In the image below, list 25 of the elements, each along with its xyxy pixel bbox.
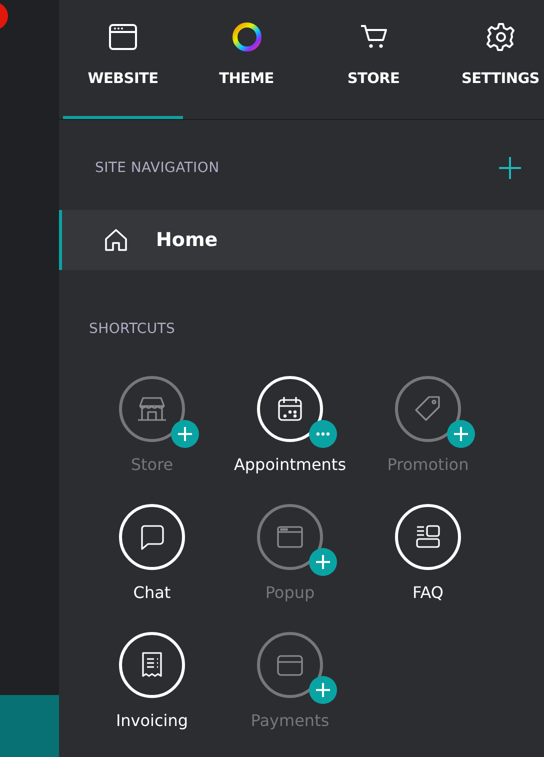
shortcut-label: Popup: [265, 583, 315, 602]
add-badge-icon: [309, 676, 337, 704]
more-badge-icon: [309, 420, 337, 448]
browser-window-icon: [108, 22, 138, 52]
shortcut-label: Appointments: [234, 455, 346, 474]
add-icon[interactable]: [498, 156, 522, 180]
settings-icon: [486, 22, 516, 52]
nav-tab[interactable]: SETTINGS: [437, 0, 544, 119]
section-title: SHORTCUTS: [88, 320, 176, 337]
nav-tab[interactable]: WEBSITE: [63, 0, 183, 119]
add-badge-icon: [171, 420, 199, 448]
nav-tab[interactable]: THEME: [183, 0, 310, 119]
color-ring-icon: [232, 22, 262, 52]
page-item[interactable]: Home: [58, 210, 544, 270]
shortcut-label: Promotion: [387, 455, 469, 474]
section-title: SITE NAVIGATION: [95, 160, 220, 176]
shortcut-label: Chat: [133, 583, 171, 602]
home-icon: [102, 226, 130, 254]
add-badge-icon: [309, 548, 337, 576]
add-badge-icon: [447, 420, 475, 448]
shortcut-label: FAQ: [412, 583, 444, 602]
shortcut-label: Invoicing: [116, 711, 188, 730]
nav-tab[interactable]: STORE: [310, 0, 437, 119]
shortcut-label: Store: [130, 455, 174, 474]
shortcut-label: Payments: [250, 711, 330, 730]
